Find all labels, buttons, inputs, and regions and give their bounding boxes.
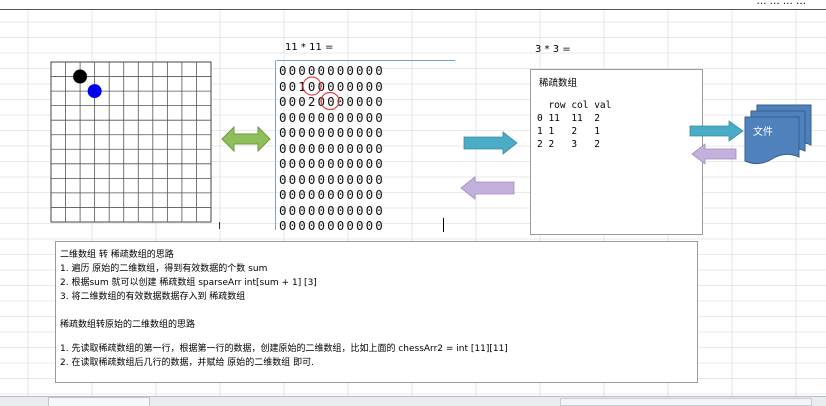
- matrix-row: 00000000000: [279, 218, 385, 233]
- matrix-caption: 11 * 11 =: [285, 42, 334, 53]
- sparse-row: 1 1 2 1: [537, 126, 600, 137]
- left-arrow-icon: [460, 176, 515, 200]
- spreadsheet-canvas: … … … … 11 * 11 = 00000000000 0010000000…: [0, 0, 826, 406]
- note-line: 1. 先读取稀疏数组的第一行，根据第一行的数据，创建原始的二维数组，比如上面的 …: [60, 344, 508, 354]
- black-piece: [73, 69, 88, 84]
- matrix-left-border: [275, 60, 276, 230]
- note-line: 3. 将二维数组的有效数据数据存入到 稀疏数组: [60, 292, 246, 302]
- board-frame: [50, 61, 212, 223]
- file-label: 文件: [753, 127, 773, 138]
- matrix-row: 00000000000: [279, 140, 385, 156]
- chess-board: [50, 61, 212, 223]
- value-highlight-circles: [302, 76, 340, 111]
- sparse-row: 2 2 3 2: [537, 139, 600, 150]
- top-ribbon-text: … … … …: [756, 0, 806, 7]
- sparse-title: 稀疏数组: [539, 78, 578, 89]
- matrix-top-border: [277, 60, 455, 61]
- sparse-row: 0 11 11 2: [537, 113, 600, 124]
- blue-piece: [87, 84, 102, 99]
- matrix-row: 00000000000: [279, 171, 385, 187]
- sparse-array-panel: [530, 69, 703, 235]
- matrix-row: 00000000000: [279, 202, 385, 218]
- load-arrow-icon: [691, 143, 737, 165]
- matrix-row: 00000000000: [279, 125, 385, 140]
- save-arrow-icon: [689, 120, 744, 142]
- note-line: 2. 根据sum 就可以创建 稀疏数组 sparseArr int[sum + …: [60, 278, 317, 288]
- sparse-caption: 3 * 3 =: [535, 44, 571, 55]
- matrix-row: 00000000000: [279, 156, 385, 171]
- note-heading: 稀疏数组转原始的二维数组的思路: [60, 320, 196, 330]
- note-line: 1. 遍历 原始的二维数组，得到有效数据的个数 sum: [60, 264, 268, 274]
- note-heading: 二维数组 转 稀疏数组的思路: [60, 250, 174, 260]
- double-arrow-icon: [221, 125, 271, 153]
- top-ribbon-line: [0, 0, 826, 10]
- matrix-row: 00000000000: [279, 187, 385, 202]
- text-cursor: [443, 218, 444, 232]
- cursor-mark: [219, 222, 220, 229]
- sparse-header: row col val: [537, 100, 612, 111]
- right-arrow-icon: [463, 131, 518, 155]
- note-line: 2. 在读取稀疏数组后几行的数据，并赋给 原始的二维数组 即可.: [60, 358, 315, 368]
